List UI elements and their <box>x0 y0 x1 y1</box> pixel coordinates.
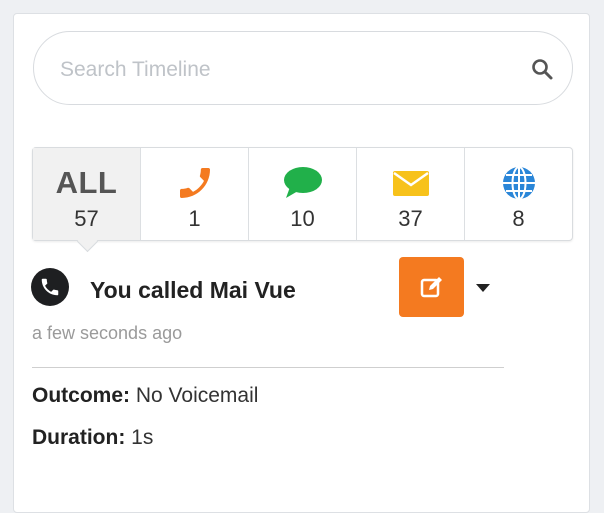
tab-messages[interactable]: 10 <box>249 148 357 240</box>
duration-value: 1s <box>131 426 154 449</box>
tab-messages-count: 10 <box>290 206 315 231</box>
call-event-icon <box>31 268 69 306</box>
duration-label: Duration: <box>32 426 126 449</box>
search-box[interactable] <box>33 31 573 105</box>
active-tab-pointer <box>76 230 98 253</box>
outcome-label: Outcome: <box>32 384 131 407</box>
outcome-row: Outcome: No Voicemail <box>32 384 258 408</box>
tab-all-label: ALL <box>55 165 118 200</box>
globe-icon <box>502 166 535 200</box>
envelope-icon <box>392 171 429 196</box>
edit-icon <box>420 277 442 298</box>
divider <box>32 367 504 368</box>
tab-all[interactable]: ALL 57 <box>33 148 141 253</box>
tab-all-count: 57 <box>74 206 99 231</box>
phone-icon <box>41 278 59 296</box>
phone-icon <box>179 168 210 198</box>
duration-row: Duration: 1s <box>32 426 153 450</box>
chat-bubble-icon <box>283 167 322 198</box>
timeline-panel: ALL 57 1 10 <box>13 13 590 513</box>
event-title: You called Mai Vue <box>90 277 296 303</box>
tab-calls[interactable]: 1 <box>141 148 249 240</box>
tab-web-count: 8 <box>512 206 525 231</box>
outcome-value: No Voicemail <box>135 384 259 407</box>
search-input[interactable] <box>58 54 502 86</box>
event-timestamp: a few seconds ago <box>32 323 183 343</box>
chevron-down-icon[interactable] <box>476 284 490 292</box>
tab-emails[interactable]: 37 <box>357 148 465 240</box>
tab-emails-count: 37 <box>398 206 423 231</box>
timeline-filter-tabs: ALL 57 1 10 37 8 <box>32 147 573 253</box>
tab-web[interactable]: 8 <box>465 148 572 240</box>
search-icon[interactable] <box>530 57 554 81</box>
edit-button[interactable] <box>399 257 464 317</box>
tab-calls-count: 1 <box>188 206 201 231</box>
